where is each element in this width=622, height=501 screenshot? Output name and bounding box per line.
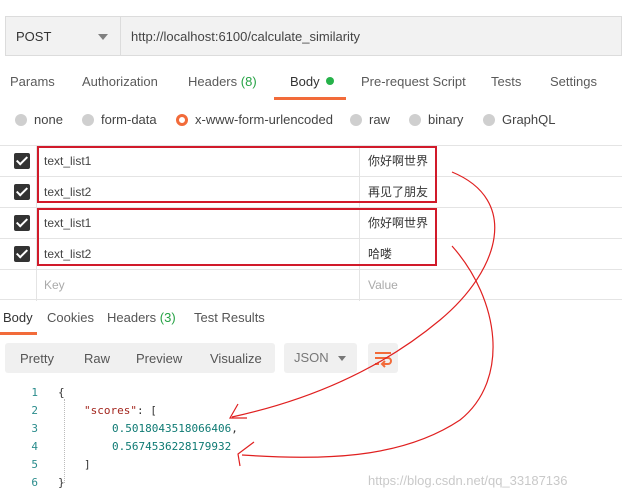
radio-urlencoded-label: x-www-form-urlencoded	[195, 112, 333, 127]
watermark: https://blog.csdn.net/qq_33187136	[368, 473, 568, 488]
tab-cookies[interactable]: Cookies	[47, 310, 94, 325]
format-select[interactable]: JSON	[284, 343, 357, 373]
request-tabs: Params Authorization Headers (8) Body Pr…	[0, 66, 622, 100]
pretty-button[interactable]: Pretty	[20, 351, 54, 366]
url-input[interactable]: http://localhost:6100/calculate_similari…	[121, 16, 622, 56]
radio-x-www-form-urlencoded[interactable]: x-www-form-urlencoded	[176, 112, 333, 127]
chevron-down-icon	[98, 34, 108, 40]
tab-headers-count: (8)	[240, 74, 257, 89]
indent-guide	[64, 399, 65, 483]
key-placeholder[interactable]: Key	[36, 270, 359, 301]
tab-response-body[interactable]: Body	[3, 310, 33, 325]
highlight-box	[37, 208, 437, 266]
radio-selected-icon	[176, 113, 188, 126]
radio-binary[interactable]: binary	[409, 112, 463, 127]
raw-button[interactable]: Raw	[84, 351, 110, 366]
code-line: ]	[84, 458, 91, 471]
radio-binary-label: binary	[428, 112, 464, 127]
line-number: 4	[31, 440, 38, 453]
radio-icon	[15, 113, 27, 126]
radio-form-data[interactable]: form-data	[82, 112, 157, 127]
request-bar: POST http://localhost:6100/calculate_sim…	[5, 16, 622, 56]
radio-graphql-label: GraphQL	[502, 112, 556, 127]
checkbox-checked-icon[interactable]	[14, 246, 30, 262]
checkbox-checked-icon[interactable]	[14, 215, 30, 231]
tab-response-headers-count: (3)	[159, 310, 176, 325]
wrap-lines-icon	[375, 352, 392, 368]
radio-raw-label: raw	[369, 112, 390, 127]
radio-icon	[350, 113, 362, 126]
radio-icon	[409, 113, 421, 126]
radio-raw[interactable]: raw	[350, 112, 390, 127]
tab-headers[interactable]: Headers (8)	[188, 74, 257, 89]
visualize-button[interactable]: Visualize	[210, 351, 262, 366]
line-number: 1	[31, 386, 38, 399]
arrowhead	[228, 403, 247, 419]
line-number: 6	[31, 476, 38, 489]
code-line: {	[58, 386, 65, 399]
method-select[interactable]: POST	[5, 16, 121, 56]
tab-pre-request-script[interactable]: Pre-request Script	[361, 74, 466, 89]
tab-response-headers-label: Headers	[107, 310, 157, 325]
code-line: "scores": [	[84, 404, 157, 417]
code-punct: ,	[231, 422, 238, 435]
value-placeholder[interactable]: Value	[359, 270, 622, 301]
chevron-down-icon	[338, 356, 346, 361]
radio-none-label: none	[34, 112, 63, 127]
tab-tests[interactable]: Tests	[491, 74, 521, 89]
json-number: 0.5674536228179932	[112, 440, 232, 453]
format-label: JSON	[294, 350, 329, 365]
line-number: 2	[31, 404, 38, 417]
line-number: 5	[31, 458, 38, 471]
radio-icon	[82, 113, 94, 126]
table-row-placeholder: Key Value	[0, 269, 622, 301]
code-punct: : [	[136, 404, 157, 417]
line-number: 3	[31, 422, 38, 435]
response-tabs: Body Cookies Headers (3) Test Results	[0, 305, 622, 335]
checkbox-checked-icon[interactable]	[14, 184, 30, 200]
tab-settings[interactable]: Settings	[550, 74, 597, 89]
body-type-options: none form-data x-www-form-urlencoded raw…	[0, 108, 622, 132]
code-line: }	[58, 476, 65, 489]
active-response-tab-indicator	[0, 332, 37, 335]
highlight-box	[37, 146, 437, 203]
radio-form-data-label: form-data	[101, 112, 157, 127]
tab-body[interactable]: Body	[290, 74, 334, 89]
json-number: 0.5018043518066406	[112, 422, 232, 435]
preview-button[interactable]: Preview	[136, 351, 182, 366]
radio-icon	[483, 113, 495, 126]
arrowhead	[237, 441, 255, 467]
tab-body-label: Body	[290, 74, 320, 89]
view-mode-bar: Pretty Raw Preview Visualize	[5, 343, 275, 373]
tab-params[interactable]: Params	[10, 74, 55, 89]
wrap-lines-button[interactable]	[368, 343, 398, 373]
modified-dot-icon	[325, 77, 334, 85]
tab-response-headers[interactable]: Headers (3)	[107, 310, 176, 325]
radio-none[interactable]: none	[15, 112, 63, 127]
radio-graphql[interactable]: GraphQL	[483, 112, 555, 127]
active-tab-indicator	[274, 97, 346, 100]
code-line: 0.5674536228179932	[112, 440, 231, 453]
tab-authorization[interactable]: Authorization	[82, 74, 158, 89]
code-line: 0.5018043518066406,	[112, 422, 238, 435]
json-key: "scores"	[84, 404, 137, 417]
method-label: POST	[16, 28, 52, 44]
tab-test-results[interactable]: Test Results	[194, 310, 265, 325]
checkbox-checked-icon[interactable]	[14, 153, 30, 169]
tab-headers-label: Headers	[188, 74, 238, 89]
